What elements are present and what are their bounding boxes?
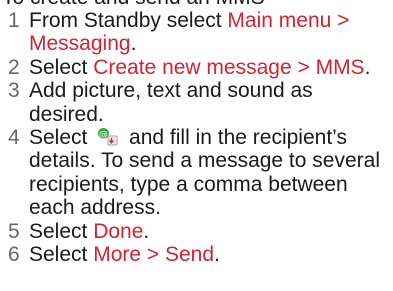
step-text-end: . bbox=[143, 219, 150, 243]
instruction-page: To create and send an MMS 1From Standby … bbox=[0, 0, 393, 291]
step-text: Add picture, text and sound as desired. bbox=[29, 79, 313, 126]
step-number: 5 bbox=[8, 219, 20, 243]
step-text-end: . bbox=[214, 243, 220, 267]
step-text: From Standby select bbox=[29, 9, 228, 32]
step-2: 2 Select Create new message > MMS. bbox=[0, 56, 385, 79]
done-link[interactable]: Done bbox=[93, 220, 143, 243]
svg-text:@: @ bbox=[99, 130, 108, 140]
step-1: 1 From Standby select Main menu > Messagi… bbox=[0, 9, 385, 56]
step-text-end: . bbox=[364, 55, 371, 79]
step-list: 1 From Standby select Main menu > Messagi… bbox=[0, 9, 385, 266]
send-message-icon: @ bbox=[93, 127, 123, 147]
step-text-end: . bbox=[130, 32, 137, 56]
step-number: 3 bbox=[8, 79, 20, 103]
step-5: 5 Select Done. bbox=[0, 220, 385, 243]
more-send-link[interactable]: More > Send bbox=[93, 243, 214, 266]
step-text: Select bbox=[29, 126, 94, 150]
step-text: Select bbox=[29, 55, 94, 79]
step-text: Select bbox=[29, 243, 94, 267]
step-text: Select bbox=[29, 219, 94, 243]
step-3: 3 Add picture, text and sound as desired. bbox=[0, 79, 385, 126]
step-number: 4 bbox=[8, 126, 20, 150]
step-6: 6 Select More > Send. bbox=[0, 243, 385, 266]
step-number: 1 bbox=[8, 9, 20, 32]
step-number: 2 bbox=[8, 55, 20, 79]
step-4: 4 Select @ and fill in the recipient’s de… bbox=[0, 126, 385, 220]
step-number: 6 bbox=[8, 243, 20, 267]
menu-path-link[interactable]: Create new message > MMS bbox=[93, 56, 364, 79]
